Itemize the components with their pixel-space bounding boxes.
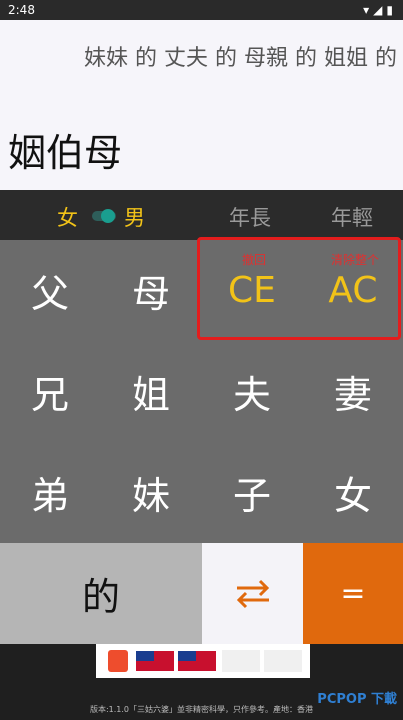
gender-toggle-switch[interactable] <box>92 208 118 224</box>
female-mode-label[interactable]: 女 <box>57 202 78 232</box>
swap-button[interactable] <box>202 543 303 644</box>
older-mode-button[interactable]: 年長 <box>229 202 271 232</box>
bottom-row: 的 = <box>0 543 403 644</box>
younger-sister-key[interactable]: 妹 <box>101 442 201 543</box>
of-key[interactable]: 的 <box>0 543 202 644</box>
younger-mode-button[interactable]: 年輕 <box>331 202 373 232</box>
male-mode-label[interactable]: 男 <box>124 202 145 232</box>
brother-key[interactable]: 兄 <box>0 341 100 442</box>
shop-bag-icon <box>108 650 128 672</box>
wifi-icon: ▾ <box>363 3 374 17</box>
equals-key[interactable]: = <box>303 543 403 644</box>
father-key[interactable]: 父 <box>0 240 100 341</box>
husband-key[interactable]: 夫 <box>202 341 302 442</box>
status-bar: 2:48 ▾◢▮ <box>0 0 403 20</box>
signal-icon: ◢ <box>373 3 387 17</box>
ac-hint: 清除整个 <box>330 253 379 267</box>
ce-hint: 撤回 <box>241 253 266 267</box>
swap-arrows-icon <box>236 579 269 608</box>
son-key[interactable]: 子 <box>202 442 302 543</box>
mother-key[interactable]: 母 <box>101 240 201 341</box>
display-area: 妹妹 的 丈夫 的 母親 的 姐姐 的 姻伯母 <box>0 20 403 190</box>
battery-icon: ▮ <box>386 3 397 17</box>
result-text: 姻伯母 <box>8 131 123 175</box>
wife-key[interactable]: 妻 <box>303 341 403 442</box>
status-time: 2:48 <box>8 3 35 17</box>
keypad: 父 母 CE AC 撤回 清除整个 兄 姐 夫 妻 弟 妹 子 女 <box>0 240 403 543</box>
status-icons: ▾◢▮ <box>363 3 397 17</box>
sister-key[interactable]: 姐 <box>101 341 201 442</box>
ad-banner-image <box>96 644 310 678</box>
footer-text: 版本:1.1.0「三姑六婆」並非精密科學，只作參考。產地：香港 <box>89 705 314 714</box>
toggle-thumb <box>101 209 115 223</box>
mode-bar: 女 男 年長 年輕 <box>0 190 403 240</box>
ad-banner[interactable] <box>96 644 310 678</box>
younger-brother-key[interactable]: 弟 <box>0 442 100 543</box>
expression-text: 妹妹 的 丈夫 的 母親 的 姐姐 的 <box>84 46 397 71</box>
daughter-key[interactable]: 女 <box>303 442 403 543</box>
